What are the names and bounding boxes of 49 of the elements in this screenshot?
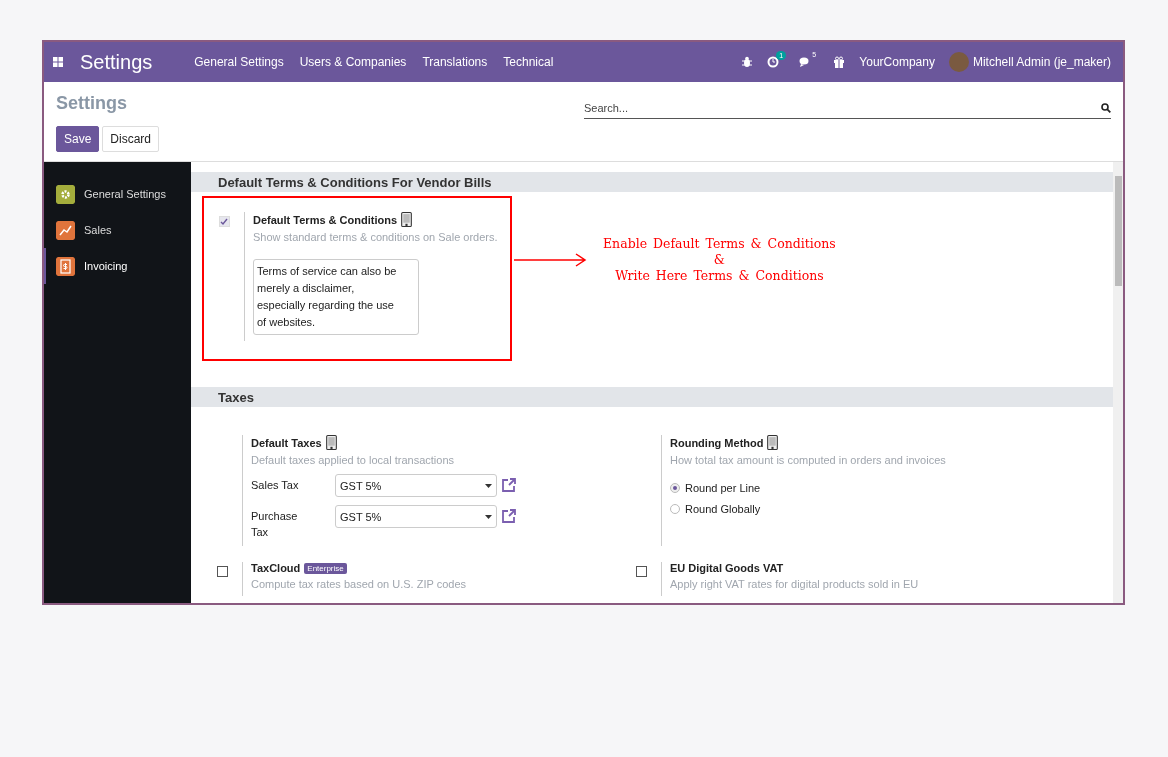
section-header: Taxes <box>191 387 1113 407</box>
sidebar-item[interactable]: General Settings <box>44 176 191 212</box>
company-switcher[interactable]: YourCompany <box>859 55 935 69</box>
apps-menu-icon[interactable] <box>52 56 64 68</box>
sidebar-item[interactable]: Sales <box>44 212 191 248</box>
menu-item[interactable]: Translations <box>414 55 496 69</box>
discard-button[interactable]: Discard <box>102 126 160 152</box>
bug-icon[interactable] <box>741 56 754 68</box>
tax-select[interactable]: GST 5% <box>335 505 497 528</box>
setting-title: TaxCloud <box>251 562 301 574</box>
menu-item[interactable]: General Settings <box>186 55 292 69</box>
user-menu[interactable]: Mitchell Admin (je_maker) <box>972 55 1111 69</box>
gift-icon[interactable] <box>833 56 846 68</box>
save-button[interactable]: Save <box>56 126 100 152</box>
menu-item[interactable]: Technical <box>495 55 562 69</box>
clock-icon[interactable] <box>767 56 780 68</box>
external-link-icon[interactable] <box>501 508 517 524</box>
caret-icon[interactable] <box>485 483 492 488</box>
setting-description: Apply right VAT rates for digital products sold in EU <box>670 578 919 590</box>
field-label: Sales Tax <box>251 478 300 493</box>
scrollbar[interactable] <box>1113 162 1123 603</box>
setting-title: Default Taxes <box>251 436 322 449</box>
search-field[interactable]: Search... <box>584 98 1111 119</box>
checkbox[interactable] <box>635 566 647 577</box>
radio-option[interactable]: Round Globally <box>670 503 946 515</box>
tax-select[interactable]: GST 5% <box>335 474 497 497</box>
terms-textarea[interactable]: Terms of service can also be merely a disclaimer, especially regarding the use of websites. <box>253 259 419 335</box>
caret-icon[interactable] <box>485 514 492 519</box>
setting-description: Show standard terms & conditions on Sale orders. <box>253 231 498 243</box>
setting-description: Default taxes applied to local transactions <box>251 454 455 466</box>
setting-description: Compute tax rates based on U.S. ZIP codes <box>251 578 467 590</box>
enterprise-badge: Enterprise <box>304 562 347 574</box>
app-title: Settings <box>80 50 153 74</box>
search-icon[interactable] <box>1101 103 1111 113</box>
page-title: Settings <box>56 93 127 115</box>
sidebar-item[interactable]: Invoicing <box>44 248 191 284</box>
setting-title: EU Digital Goods VAT <box>670 562 784 574</box>
external-link-icon[interactable] <box>501 477 517 493</box>
setting-description: How total tax amount is computed in orders and invoices <box>670 454 946 466</box>
checkbox[interactable] <box>216 566 228 577</box>
setting-title: Rounding Method <box>670 436 764 449</box>
menu-item[interactable]: Users & Companies <box>291 55 415 69</box>
setting-title: Default Terms & Conditions <box>253 213 398 226</box>
radio-option[interactable]: Round per Line <box>670 482 946 494</box>
annotation-text: Enable Default Terms & Conditions <box>603 236 836 251</box>
section-header: Default Terms & Conditions For Vendor Bills <box>191 172 1113 192</box>
field-label: Purchase Tax <box>251 509 299 540</box>
annotation-text: & <box>713 252 725 267</box>
annotation-text: Write Here Terms & Conditions <box>615 268 824 283</box>
